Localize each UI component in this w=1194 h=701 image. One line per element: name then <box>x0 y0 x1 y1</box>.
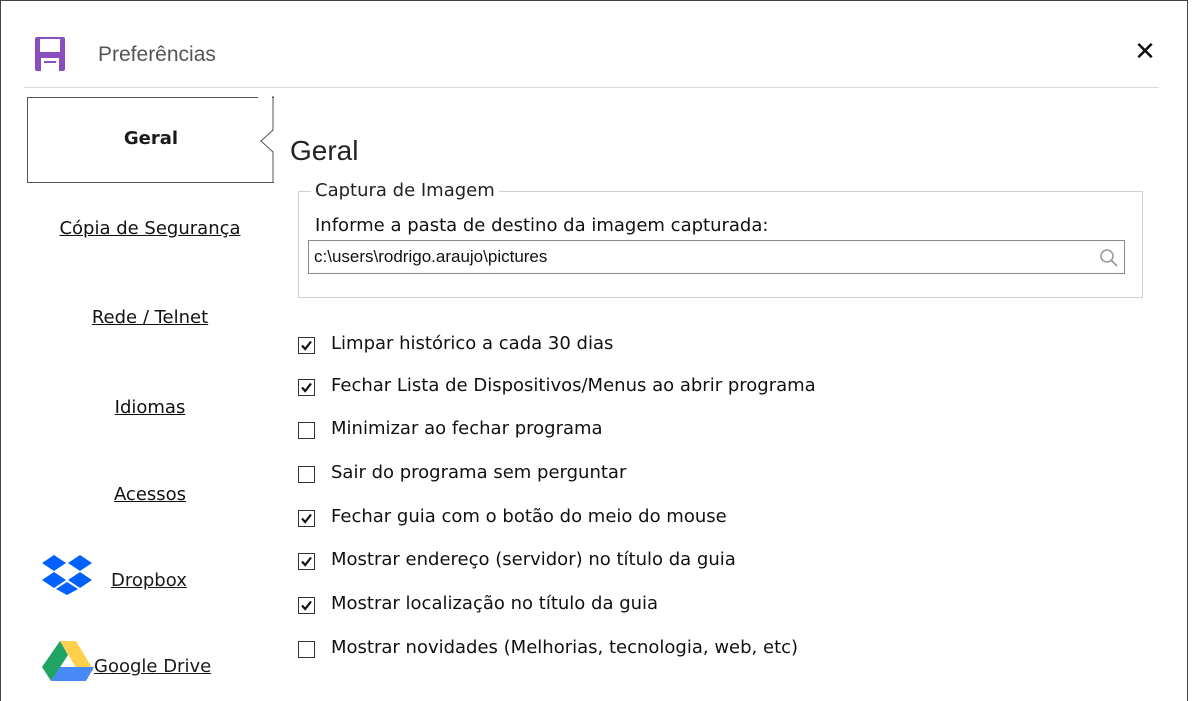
option-label: Mostrar endereço (servidor) no título da… <box>331 549 736 570</box>
dropbox-icon <box>42 555 92 595</box>
checkmark-icon <box>301 382 312 393</box>
option-checkbox[interactable] <box>298 466 315 483</box>
save-disk-icon <box>35 37 65 71</box>
image-capture-legend: Captura de Imagem <box>311 180 499 201</box>
sidebar-item-copia-seguranca[interactable]: Cópia de Segurança <box>27 218 273 239</box>
option-label: Limpar histórico a cada 30 dias <box>331 333 614 354</box>
capture-folder-value: c:\users\rodrigo.araujo\pictures <box>314 247 548 266</box>
google-drive-icon <box>42 641 94 681</box>
option-checkbox[interactable] <box>298 597 315 614</box>
option-label: Mostrar novidades (Melhorias, tecnologia… <box>331 637 799 658</box>
checkmark-icon <box>301 600 312 611</box>
option-label: Sair do programa sem perguntar <box>331 462 627 483</box>
checkmark-icon <box>301 556 312 567</box>
option-checkbox[interactable] <box>298 510 315 527</box>
active-tab-notch <box>258 96 274 182</box>
sidebar-item-idiomas[interactable]: Idiomas <box>27 397 273 418</box>
search-icon[interactable] <box>1099 248 1118 267</box>
option-checkbox[interactable] <box>298 422 315 439</box>
option-label: Fechar guia com o botão do meio do mouse <box>331 506 727 527</box>
checkmark-icon <box>301 340 312 351</box>
option-checkbox[interactable] <box>298 641 315 658</box>
sidebar-item-dropbox[interactable]: Dropbox <box>111 570 187 591</box>
capture-folder-input[interactable]: c:\users\rodrigo.araujo\pictures <box>308 240 1125 274</box>
close-button[interactable]: ✕ <box>1125 32 1165 72</box>
option-label: Fechar Lista de Dispositivos/Menus ao ab… <box>331 375 816 396</box>
option-checkbox[interactable] <box>298 553 315 570</box>
checkmark-icon <box>301 513 312 524</box>
capture-folder-label: Informe a pasta de destino da imagem cap… <box>315 215 769 236</box>
title-divider <box>24 87 1159 88</box>
option-checkbox[interactable] <box>298 379 315 396</box>
sidebar-item-acessos[interactable]: Acessos <box>27 484 273 505</box>
sidebar-item-rede-telnet[interactable]: Rede / Telnet <box>27 307 273 328</box>
window-title: Preferências <box>98 43 216 66</box>
option-checkbox[interactable] <box>298 337 315 354</box>
sidebar-item-google-drive[interactable]: Google Drive <box>94 656 211 677</box>
close-icon: ✕ <box>1134 37 1156 67</box>
sidebar-item-geral[interactable]: Geral <box>27 97 274 183</box>
section-title: Geral <box>290 135 359 166</box>
option-label: Mostrar localização no título da guia <box>331 593 659 614</box>
sidebar-item-label: Geral <box>123 128 179 149</box>
option-label: Minimizar ao fechar programa <box>331 418 603 439</box>
